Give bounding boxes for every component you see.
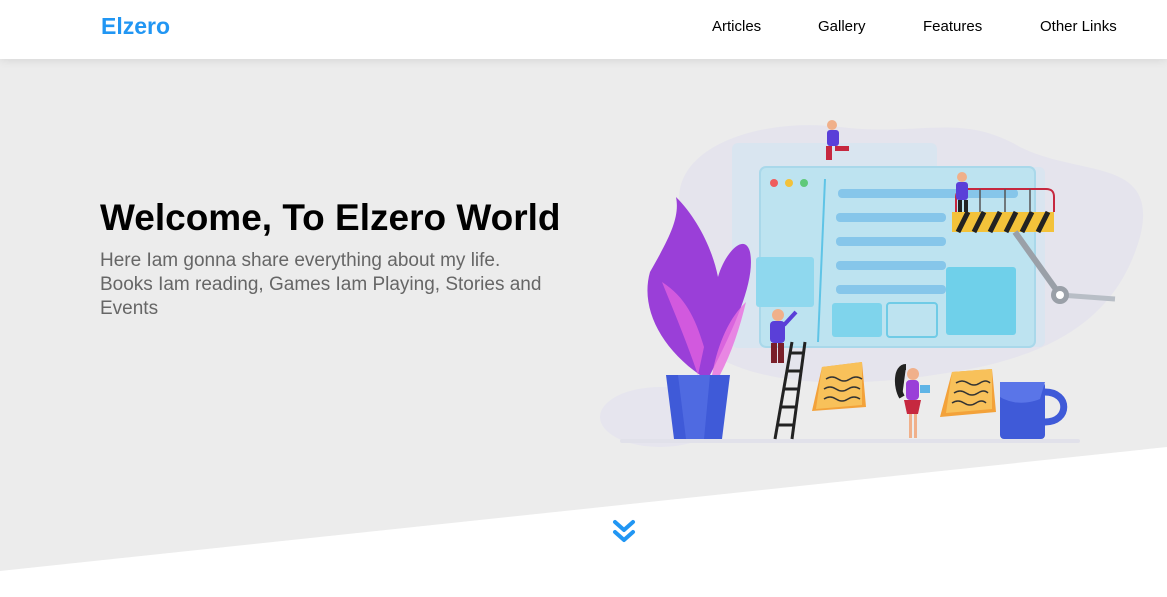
landing-title: Welcome, To Elzero World (100, 197, 561, 238)
nav-link-articles[interactable]: Articles (712, 18, 761, 35)
nav-link-other-links[interactable]: Other Links (1040, 18, 1117, 35)
site-logo[interactable]: Elzero (101, 13, 170, 40)
nav-link-gallery[interactable]: Gallery (818, 18, 866, 35)
hero-illustration (600, 120, 1144, 447)
landing-description: Here Iam gonna share everything about my… (100, 250, 542, 319)
nav-link-features[interactable]: Features (923, 18, 982, 35)
site-header: Elzero Articles Gallery Features Other L… (0, 0, 1167, 59)
double-chevron-down-icon[interactable] (611, 519, 637, 545)
landing-section: Welcome, To Elzero World Here Iam gonna … (0, 59, 1167, 597)
